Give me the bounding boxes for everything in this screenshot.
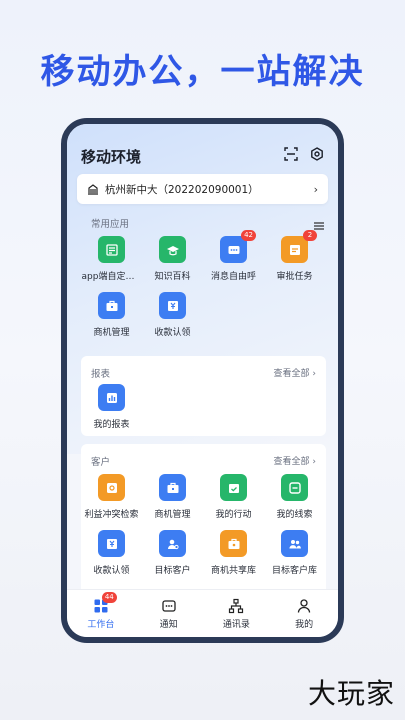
app-label: 我的线索 xyxy=(276,510,313,520)
customer-app-1[interactable]: 商机管理 xyxy=(142,474,203,520)
phone-frame: 移动环境 杭州新中大（202202090001） › 常用应用 app端自定义.… xyxy=(61,118,344,643)
notification-badge: 44 xyxy=(101,592,117,603)
app-label: 商机共享库 xyxy=(210,566,256,576)
tab-label: 工作台 xyxy=(87,619,115,630)
app-label: 利益冲突检索 xyxy=(84,510,139,520)
customer-title: 客户 xyxy=(91,457,111,468)
building-icon xyxy=(87,183,99,195)
settings-icon[interactable] xyxy=(310,146,324,161)
graduation-cap-icon xyxy=(159,236,186,263)
app-label: 消息自由呼 xyxy=(210,272,256,282)
app-title: 移动环境 xyxy=(81,148,142,166)
app-label: 商机管理 xyxy=(93,328,130,338)
customer-app-0[interactable]: 利益冲突检索 xyxy=(81,474,142,520)
app-label: 商机管理 xyxy=(154,510,191,520)
customer-app-6[interactable]: 商机共享库 xyxy=(203,530,264,576)
common-app-4[interactable]: 商机管理 xyxy=(81,292,142,338)
org-name: 杭州新中大（202202090001） xyxy=(105,183,259,196)
org-selector[interactable]: 杭州新中大（202202090001） › xyxy=(77,174,328,204)
customer-view-all[interactable]: 查看全部 › xyxy=(274,454,316,467)
customer-app-3[interactable]: 我的线索 xyxy=(264,474,325,520)
customer-app-7[interactable]: 目标客户库 xyxy=(264,530,325,576)
common-apps-grid: app端自定义... 知识百科 42 消息自由呼 2 审批任务商机管理 收款认领 xyxy=(81,230,336,338)
message-icon: 42 xyxy=(220,230,256,263)
customer-grid: 利益冲突检索 商机管理 我的行动 我的线索收款认领 目标客户 商机共享库 目标客户库 xyxy=(81,474,336,576)
payment-icon xyxy=(159,292,186,319)
app-label: 我的行动 xyxy=(215,510,252,520)
chat-icon xyxy=(161,599,176,612)
calendar-check-icon xyxy=(220,474,247,501)
app-label: app端自定义... xyxy=(81,272,142,282)
tab-1[interactable]: 通知 xyxy=(135,590,203,637)
report-card: 报表 查看全部 › 我的报表 xyxy=(81,356,326,436)
link-icon xyxy=(281,474,308,501)
watermark-logo: 大玩家 xyxy=(307,677,395,710)
share-briefcase-icon xyxy=(220,530,247,557)
headline: 移动办公，一站解决 xyxy=(40,52,365,92)
report-app-0[interactable]: 我的报表 xyxy=(81,384,142,430)
chevron-right-icon: › xyxy=(313,182,318,196)
app-label: 审批任务 xyxy=(276,272,313,282)
customer-app-4[interactable]: 收款认领 xyxy=(81,530,142,576)
common-app-1[interactable]: 知识百科 xyxy=(142,236,203,282)
users-icon xyxy=(281,530,308,557)
payment-icon xyxy=(98,530,125,557)
app-label: 目标客户库 xyxy=(271,566,317,576)
scan-icon[interactable] xyxy=(284,146,298,161)
org-chart-icon xyxy=(229,598,244,613)
tab-label: 通讯录 xyxy=(222,619,250,630)
tab-2[interactable]: 通讯录 xyxy=(203,590,271,637)
notification-badge: 42 xyxy=(241,230,256,241)
common-apps-title: 常用应用 xyxy=(91,219,130,230)
report-title: 报表 xyxy=(91,369,111,380)
report-grid: 我的报表 xyxy=(81,384,336,430)
tab-3[interactable]: 我的 xyxy=(270,590,338,637)
common-app-3[interactable]: 2 审批任务 xyxy=(264,230,325,282)
tab-label: 通知 xyxy=(159,619,178,630)
briefcase-icon xyxy=(159,474,186,501)
customer-app-5[interactable]: 目标客户 xyxy=(142,530,203,576)
common-app-0[interactable]: app端自定义... xyxy=(81,236,142,282)
form-icon xyxy=(98,236,125,263)
report-view-all[interactable]: 查看全部 › xyxy=(274,366,316,379)
customer-card: 客户 查看全部 › 利益冲突检索 商机管理 我的行动 我的线索收款认领 目标客户 商机共享… xyxy=(81,444,326,594)
common-app-5[interactable]: 收款认领 xyxy=(142,292,203,338)
briefcase-icon xyxy=(98,292,125,319)
approval-icon: 2 xyxy=(281,230,317,263)
person-icon xyxy=(297,598,311,613)
user-target-icon xyxy=(159,530,186,557)
app-label: 我的报表 xyxy=(93,420,130,430)
notification-badge: 2 xyxy=(303,230,317,241)
bar-chart-icon xyxy=(98,384,125,411)
tab-0[interactable]: 工作台 44 xyxy=(67,590,135,637)
app-label: 知识百科 xyxy=(154,272,191,282)
tab-label: 我的 xyxy=(295,619,314,630)
app-label: 收款认领 xyxy=(154,328,191,338)
customer-app-2[interactable]: 我的行动 xyxy=(203,474,264,520)
search-doc-icon xyxy=(98,474,125,501)
app-label: 目标客户 xyxy=(154,566,191,576)
common-app-2[interactable]: 42 消息自由呼 xyxy=(203,230,264,282)
app-label: 收款认领 xyxy=(93,566,130,576)
tab-bar: 工作台 44 通知 通讯录 我的 xyxy=(67,589,338,637)
